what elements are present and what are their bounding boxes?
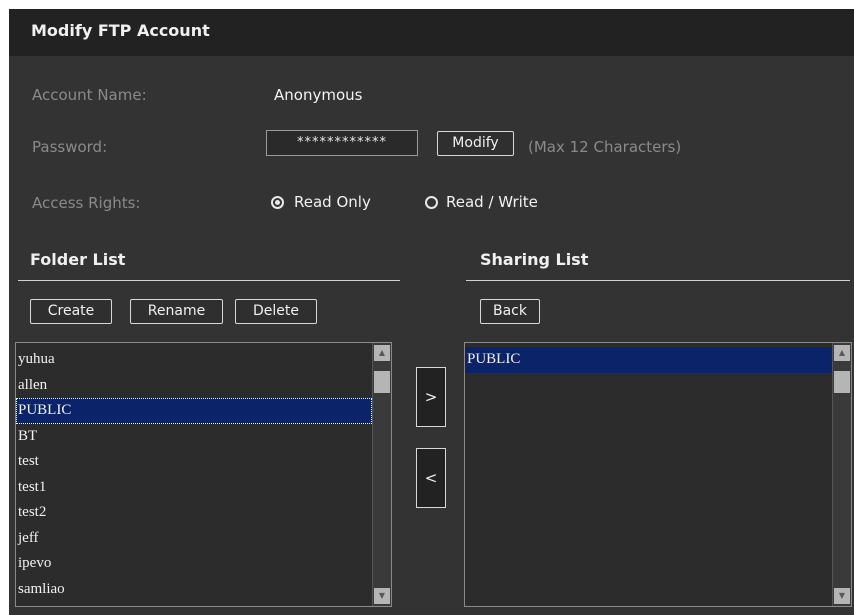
folder-list-item[interactable]: jeff xyxy=(16,526,372,552)
folder-list-item[interactable]: ipevo xyxy=(16,551,372,577)
folder-list-heading: Folder List xyxy=(30,250,126,269)
folder-list-items: yuhua allen PUBLIC BT test test1 test2 j… xyxy=(16,347,372,602)
add-to-sharing-button[interactable]: > xyxy=(416,367,446,427)
rename-button[interactable]: Rename xyxy=(130,299,223,324)
folder-list-item-selected[interactable]: PUBLIC xyxy=(16,398,372,424)
folder-list-item[interactable]: samliao xyxy=(16,577,372,603)
scroll-down-icon[interactable]: ▼ xyxy=(374,588,390,604)
folder-listbox[interactable]: yuhua allen PUBLIC BT test test1 test2 j… xyxy=(15,342,392,607)
read-write-radio[interactable] xyxy=(425,196,438,209)
folder-list-item[interactable]: BT xyxy=(16,424,372,450)
sharing-listbox[interactable]: PUBLIC ▲ ▼ xyxy=(464,342,852,607)
page-title: Modify FTP Account xyxy=(31,21,210,40)
folder-list-item[interactable]: allen xyxy=(16,373,372,399)
scroll-down-icon[interactable]: ▼ xyxy=(834,588,850,604)
password-field[interactable]: ************ xyxy=(266,130,418,156)
password-label: Password: xyxy=(32,138,108,156)
account-name-label: Account Name: xyxy=(32,86,147,104)
sharing-list-heading: Sharing List xyxy=(480,250,589,269)
account-name-value: Anonymous xyxy=(274,86,363,104)
title-bar: Modify FTP Account xyxy=(9,9,854,56)
access-rights-label: Access Rights: xyxy=(32,194,141,212)
create-button[interactable]: Create xyxy=(30,299,112,324)
sharing-list-items: PUBLIC xyxy=(465,347,832,373)
folder-list-item[interactable]: test xyxy=(16,449,372,475)
folder-list-item[interactable]: yuhua xyxy=(16,347,372,373)
scroll-up-icon[interactable]: ▲ xyxy=(834,345,850,361)
delete-button[interactable]: Delete xyxy=(235,299,317,324)
read-write-label[interactable]: Read / Write xyxy=(446,193,538,211)
read-only-label[interactable]: Read Only xyxy=(294,193,371,211)
sharing-list-item-selected[interactable]: PUBLIC xyxy=(465,347,832,373)
scrollbar-thumb[interactable] xyxy=(374,371,390,393)
password-hint: (Max 12 Characters) xyxy=(528,138,682,156)
folder-list-item[interactable]: test2 xyxy=(16,500,372,526)
scroll-up-icon[interactable]: ▲ xyxy=(374,345,390,361)
folder-list-divider xyxy=(18,280,400,281)
sharing-list-scrollbar[interactable]: ▲ ▼ xyxy=(832,343,851,606)
folder-list-item[interactable]: test1 xyxy=(16,475,372,501)
folder-list-scrollbar[interactable]: ▲ ▼ xyxy=(372,343,391,606)
read-only-radio[interactable] xyxy=(271,196,284,209)
back-button[interactable]: Back xyxy=(480,299,540,324)
modify-button[interactable]: Modify xyxy=(437,131,514,156)
sharing-list-divider xyxy=(466,280,850,281)
remove-from-sharing-button[interactable]: < xyxy=(416,448,446,508)
scrollbar-thumb[interactable] xyxy=(834,371,850,393)
